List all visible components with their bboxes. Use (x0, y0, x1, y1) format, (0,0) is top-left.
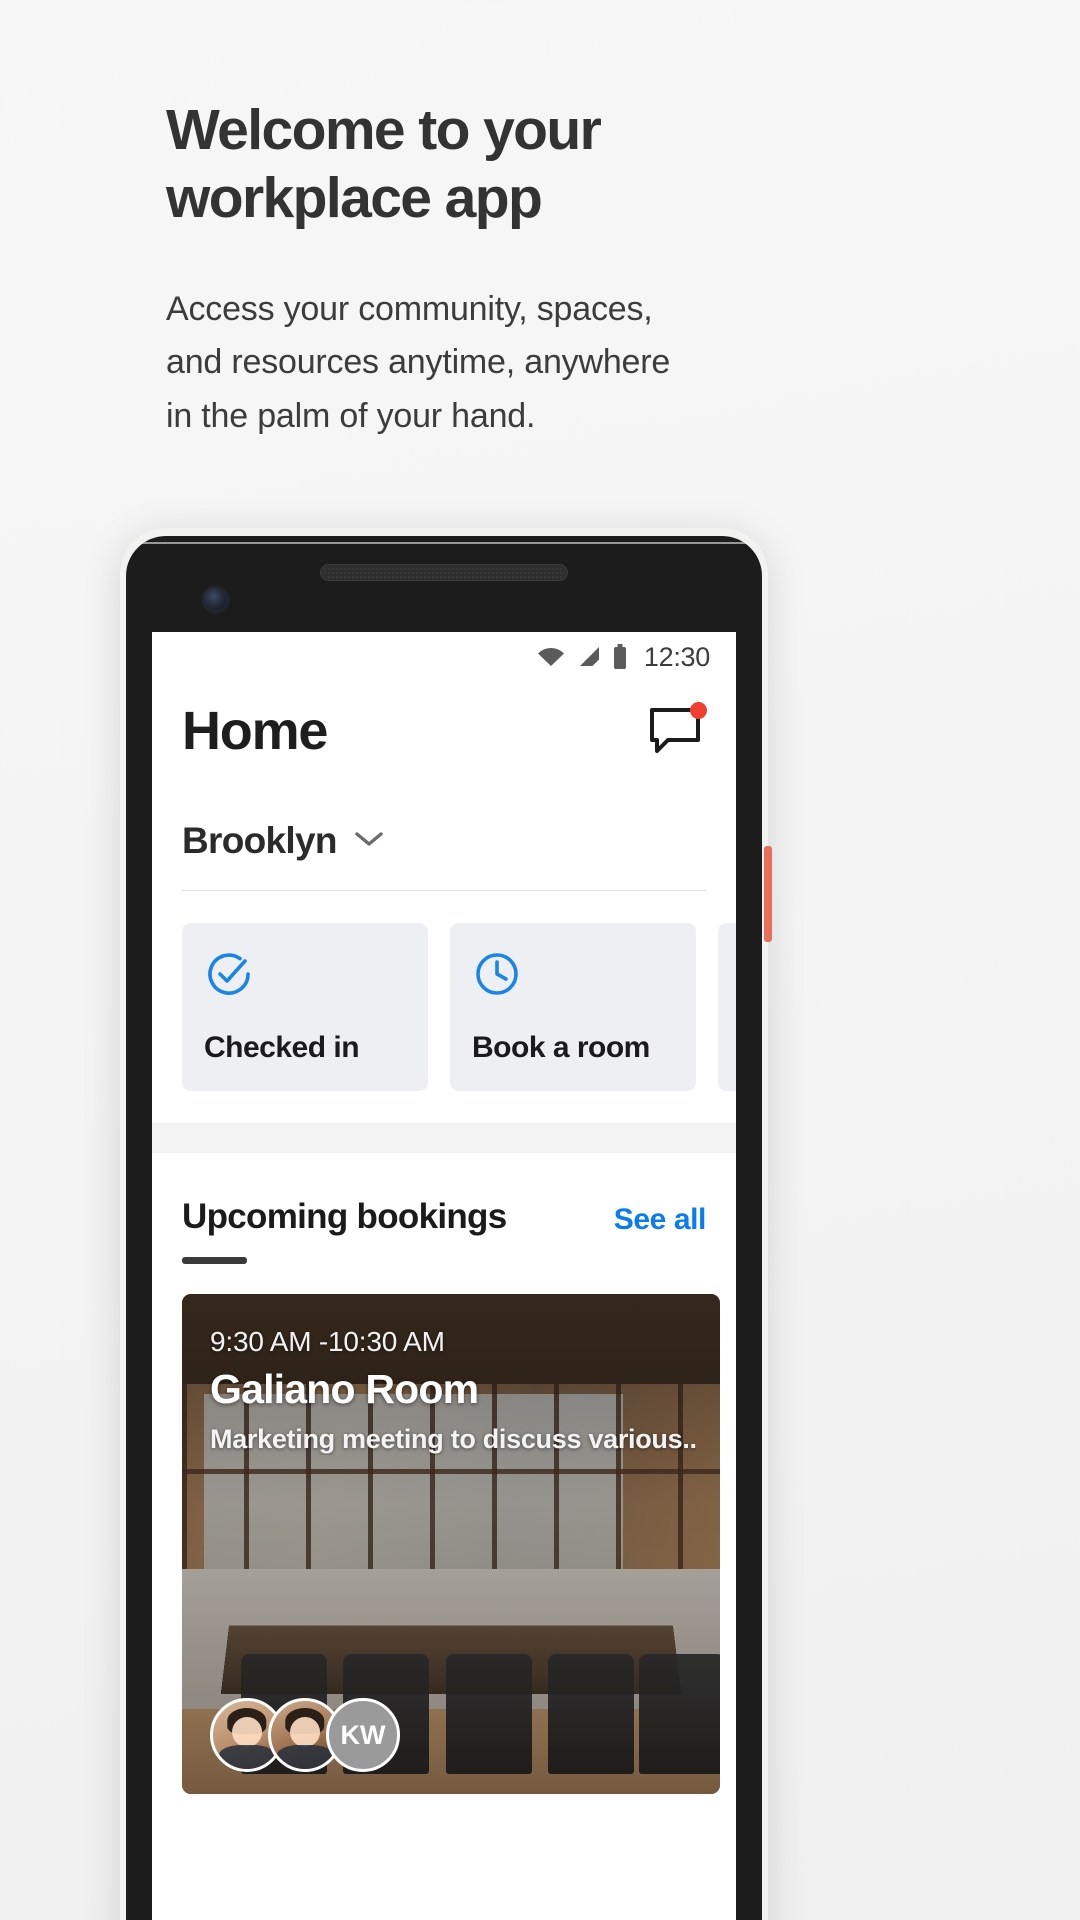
booking-room-name: Galiano Room (210, 1366, 479, 1412)
messages-button[interactable] (648, 702, 707, 758)
section-separator (152, 1123, 736, 1153)
wifi-icon (536, 645, 566, 669)
clock-icon (472, 953, 522, 1003)
cell-signal-icon (576, 645, 602, 669)
booking-text: 9:30 AM -10:30 AM Galiano Room Marketing… (210, 1326, 696, 1455)
heading-accent-bar (182, 1257, 247, 1264)
bookings-carousel[interactable]: 9:30 AM -10:30 AM Galiano Room Marketing… (152, 1264, 736, 1794)
quick-action-label: Book a room (472, 1031, 650, 1064)
volume-button[interactable] (764, 846, 772, 942)
earpiece-speaker (320, 564, 568, 581)
chevron-down-icon (354, 830, 384, 853)
location-selector[interactable]: Brooklyn (152, 762, 736, 862)
see-all-link[interactable]: See all (614, 1197, 707, 1237)
quick-action-label: Checked in (204, 1031, 360, 1064)
screen-title: Home (182, 701, 328, 761)
phone-bezel: 12:30 Home Brooklyn Checked in Book a ro… (126, 536, 762, 1920)
quick-action-book-a-desk[interactable]: Book a desk (718, 923, 736, 1091)
location-name: Brooklyn (182, 820, 337, 861)
app-header: Home (152, 682, 736, 762)
bookings-heading: Upcoming bookings (182, 1197, 507, 1236)
phone-mockup: 12:30 Home Brooklyn Checked in Book a ro… (120, 528, 772, 1920)
phone-screen: 12:30 Home Brooklyn Checked in Book a ro… (152, 632, 736, 1920)
promo-block: Welcome to your workplace app Access you… (166, 96, 806, 443)
check-circle-icon (204, 953, 254, 1003)
quick-action-checked-in[interactable]: Checked in (182, 923, 428, 1091)
front-camera (204, 588, 227, 611)
unread-badge (690, 702, 707, 719)
status-bar-clock: 12:30 (643, 641, 710, 672)
avatar-initials: KW (326, 1698, 400, 1772)
page-subtitle: Access your community, spaces, and resou… (166, 289, 671, 435)
booking-card[interactable]: 9:30 AM -10:30 AM Galiano Room Marketing… (182, 1294, 720, 1794)
page-title: Welcome to your workplace app (166, 98, 602, 231)
status-bar: 12:30 (152, 632, 736, 682)
booking-time: 9:30 AM -10:30 AM (210, 1326, 445, 1357)
quick-action-book-a-room[interactable]: Book a room (450, 923, 696, 1091)
quick-actions-row[interactable]: Checked in Book a room (152, 891, 736, 1091)
booking-description: Marketing meeting to discuss various.. (210, 1424, 696, 1454)
battery-icon (612, 644, 628, 670)
bookings-header: Upcoming bookings See all (152, 1153, 736, 1237)
attendee-avatars[interactable]: KW (210, 1698, 400, 1772)
